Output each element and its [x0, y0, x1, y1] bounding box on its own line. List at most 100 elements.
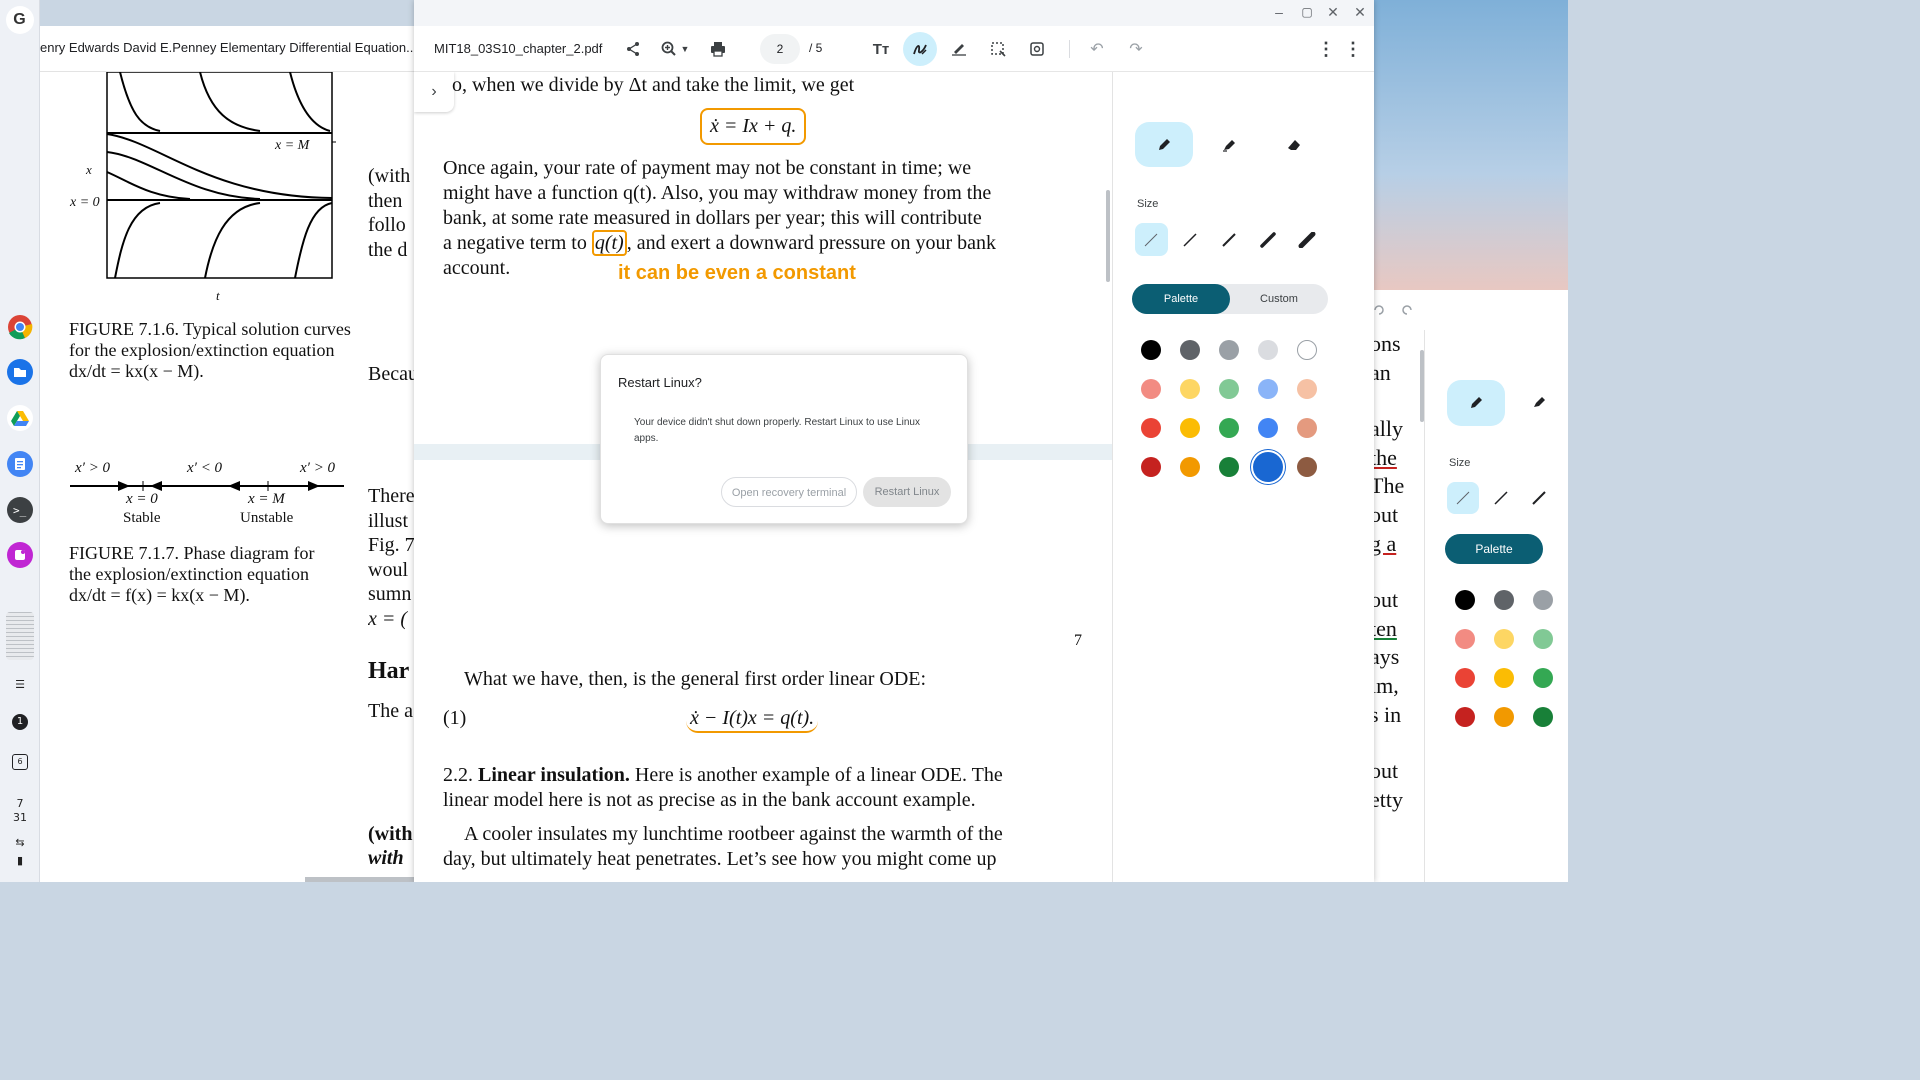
bg-swatch-light-red[interactable]	[1455, 629, 1475, 649]
zoom-button[interactable]: ▼	[654, 32, 696, 66]
swatch-grey[interactable]	[1219, 340, 1239, 360]
swatch-blue[interactable]	[1258, 418, 1278, 438]
book-column-2-bottom: (with with	[368, 822, 414, 870]
fig716-x0-label: x = 0	[70, 195, 100, 210]
fig716-caption: FIGURE 7.1.6. Typical solution curves fo…	[69, 319, 351, 381]
playlist-icon[interactable]: ☰	[8, 674, 32, 694]
custom-tab[interactable]: Custom	[1230, 284, 1328, 314]
swatch-green[interactable]	[1219, 418, 1239, 438]
phase-point-0: x = 0	[126, 491, 158, 507]
doc-line-top: o, when we divide by Δt and take the lim…	[452, 74, 855, 96]
bg-palette-tab[interactable]: Palette	[1445, 534, 1543, 564]
book-tab-title: enry Edwards David E.Penney Elementary D…	[40, 40, 417, 55]
pen-tool-button[interactable]	[1135, 122, 1193, 167]
terminal-icon[interactable]: >_	[6, 496, 34, 524]
bg-swatch-dark-grey[interactable]	[1494, 590, 1514, 610]
swatch-peach[interactable]	[1297, 379, 1317, 399]
text-annotation-icon[interactable]: Tт	[864, 32, 898, 66]
swatch-orange[interactable]	[1180, 457, 1200, 477]
swatch-light-red[interactable]	[1141, 379, 1161, 399]
swatch-brown[interactable]	[1297, 457, 1317, 477]
dialog-title: Restart Linux?	[618, 375, 702, 390]
notification-badge[interactable]: 1	[8, 712, 32, 732]
bg-swatch-orange[interactable]	[1494, 707, 1514, 727]
minimize-icon[interactable]: –	[1270, 4, 1288, 20]
date-month: 7	[16, 796, 24, 810]
swatch-dark-blue-selected[interactable]	[1253, 452, 1283, 482]
maximize-icon[interactable]: ▢	[1298, 5, 1316, 19]
chrome-icon[interactable]	[6, 313, 34, 341]
swatch-red[interactable]	[1141, 418, 1161, 438]
pen-icon	[1159, 138, 1170, 150]
swatch-yellow[interactable]	[1180, 418, 1200, 438]
open-recovery-terminal-button[interactable]: Open recovery terminal	[721, 477, 857, 507]
bg-swatch-yellow[interactable]	[1494, 668, 1514, 688]
bg-swatch-black[interactable]	[1455, 590, 1475, 610]
search-page-icon[interactable]	[1020, 32, 1054, 66]
shelf: G >_ ☰ 1 6 7 31 ⇆ ▮	[0, 0, 40, 882]
app-menu-icon[interactable]: ⋮	[1336, 32, 1370, 66]
bg-swatch-light-yellow[interactable]	[1494, 629, 1514, 649]
bg-highlighter-icon[interactable]	[1531, 394, 1547, 415]
print-icon[interactable]	[701, 32, 735, 66]
phase-unstable: Unstable	[240, 510, 294, 526]
annotation-panel: Size Palette Custom	[1112, 72, 1374, 882]
bg-swatch-light-green[interactable]	[1533, 629, 1553, 649]
bg-size-label: Size	[1449, 457, 1471, 469]
swatch-white[interactable]	[1297, 340, 1317, 360]
redo-icon[interactable]: ↷	[1119, 32, 1153, 66]
bg-swatch-dark-red[interactable]	[1455, 707, 1475, 727]
para1-line-4c: , and exert a downward pressure on your …	[626, 232, 997, 254]
files-icon[interactable]	[6, 358, 34, 386]
highlighter-tool-button[interactable]	[1212, 134, 1246, 156]
bg-swatch-red[interactable]	[1455, 668, 1475, 688]
calendar-icon[interactable]: 6	[8, 752, 32, 772]
book-tab[interactable]: enry Edwards David E.Penney Elementary D…	[40, 26, 417, 72]
close-icon[interactable]: ✕	[1324, 4, 1342, 21]
share-icon[interactable]	[616, 32, 650, 66]
restart-linux-button[interactable]: Restart Linux	[863, 477, 951, 507]
swatch-light-yellow[interactable]	[1180, 379, 1200, 399]
bg-swatch-dark-green[interactable]	[1533, 707, 1553, 727]
eraser-icon	[1288, 140, 1300, 150]
bg-pen-tool-button[interactable]	[1447, 380, 1505, 426]
phase-label-3: x′ > 0	[300, 460, 336, 476]
signature-icon[interactable]	[942, 32, 976, 66]
expand-thumbnails-button[interactable]: ›	[414, 72, 454, 112]
thumbnail-icon[interactable]	[6, 612, 34, 660]
swatch-light-green[interactable]	[1219, 379, 1239, 399]
close-window-icon[interactable]: ✕	[1351, 4, 1369, 21]
drive-icon[interactable]	[6, 404, 34, 432]
swatch-black[interactable]	[1141, 340, 1161, 360]
swatch-dark-grey[interactable]	[1180, 340, 1200, 360]
swatch-dark-red[interactable]	[1141, 457, 1161, 477]
swatch-dark-green[interactable]	[1219, 457, 1239, 477]
palette-toggle: Palette Custom	[1132, 284, 1328, 314]
annotate-pen-icon[interactable]	[903, 32, 937, 66]
network-icon[interactable]: ⇆	[8, 832, 32, 852]
toolbar-divider	[1069, 40, 1070, 58]
book-scrollbar[interactable]	[305, 877, 415, 882]
eraser-tool-button[interactable]	[1277, 134, 1311, 156]
bg-swatch-grey[interactable]	[1533, 590, 1553, 610]
page-number-7: 7	[1074, 632, 1082, 649]
page-number-input[interactable]: 2	[760, 34, 800, 64]
battery-icon[interactable]: ▮	[8, 850, 32, 870]
swatch-light-blue[interactable]	[1258, 379, 1278, 399]
pdf-toolbar: MIT18_03S10_chapter_2.pdf ▼ 2 / 5 Tт ↶ ↷…	[414, 26, 1374, 72]
palette-tab[interactable]: Palette	[1132, 284, 1230, 314]
file-name: MIT18_03S10_chapter_2.pdf	[434, 41, 603, 56]
equation-label: (1)	[443, 707, 467, 729]
bg-swatch-green[interactable]	[1533, 668, 1553, 688]
date-day: 31	[13, 810, 27, 824]
docs-icon[interactable]	[6, 450, 34, 478]
swatch-light-grey[interactable]	[1258, 340, 1278, 360]
figure-7-1-6	[106, 72, 336, 279]
document-scrollbar[interactable]	[1106, 190, 1110, 282]
undo-icon[interactable]: ↶	[1080, 32, 1114, 66]
launcher-button[interactable]: G	[5, 6, 34, 34]
selection-icon[interactable]	[981, 32, 1015, 66]
screencast-icon[interactable]	[6, 541, 34, 569]
fig717-caption: FIGURE 7.1.7. Phase diagram for the expl…	[69, 543, 315, 605]
swatch-salmon[interactable]	[1297, 418, 1317, 438]
